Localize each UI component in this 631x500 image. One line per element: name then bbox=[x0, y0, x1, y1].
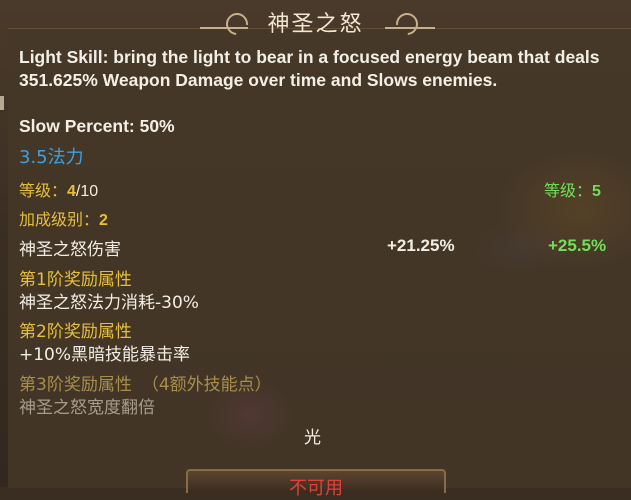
next-level-value: 5 bbox=[592, 183, 601, 200]
tier-3-extra: （4额外技能点） bbox=[141, 375, 272, 395]
skill-description: Light Skill: bring the light to bear in … bbox=[19, 47, 600, 90]
damage-current: +21.25% bbox=[387, 236, 455, 255]
tier-1-heading: 第1阶奖励属性 bbox=[19, 270, 132, 290]
tier-2-heading: 第2阶奖励属性 bbox=[19, 322, 132, 342]
tier-2-detail: +10%黑暗技能暴击率 bbox=[19, 345, 191, 365]
element-type: 光 bbox=[304, 428, 321, 448]
current-level: 等级：4/10 bbox=[19, 177, 98, 201]
unavailable-button[interactable]: 不可用 bbox=[186, 469, 446, 499]
slow-percent: Slow Percent: 50% bbox=[19, 116, 175, 136]
level-max: /10 bbox=[75, 183, 99, 200]
tier-3-heading-row: 第3阶奖励属性 （4额外技能点） bbox=[19, 370, 272, 395]
bonus-level: 加成级别：2 bbox=[19, 206, 108, 230]
next-level-label: 等级： bbox=[544, 181, 593, 200]
bonus-level-value: 2 bbox=[99, 212, 108, 229]
mana-cost: 3.5法力 bbox=[19, 147, 84, 168]
tier-3-detail: 神圣之怒宽度翻倍 bbox=[19, 398, 155, 418]
tier-1-detail: 神圣之怒法力消耗-30% bbox=[19, 293, 199, 313]
title-ornament-right bbox=[385, 27, 435, 29]
unavailable-button-label: 不可用 bbox=[289, 478, 343, 499]
next-level: 等级：5 bbox=[544, 177, 601, 201]
damage-label: 神圣之怒伤害 bbox=[19, 240, 121, 260]
level-current: 4 bbox=[67, 183, 76, 200]
bonus-level-label: 加成级别： bbox=[19, 210, 100, 229]
level-label: 等级： bbox=[19, 181, 68, 200]
side-handle bbox=[0, 96, 4, 110]
title-bar: 神圣之怒 bbox=[180, 0, 451, 42]
damage-next: +25.5% bbox=[548, 236, 607, 255]
tier-3-heading: 第3阶奖励属性 bbox=[19, 375, 132, 395]
